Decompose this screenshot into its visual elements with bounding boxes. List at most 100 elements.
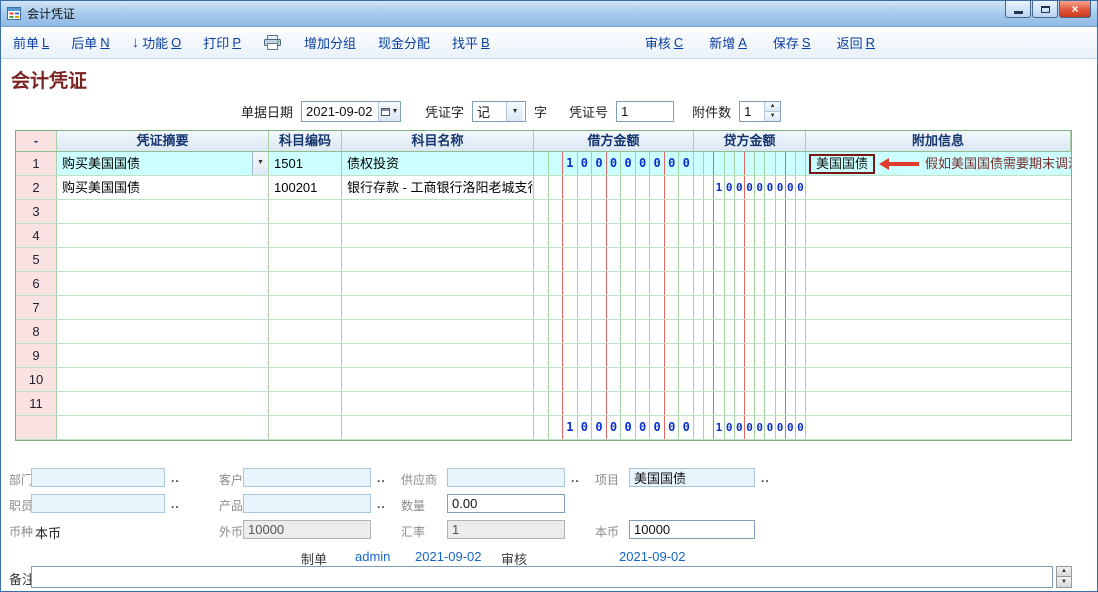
account-name-cell[interactable]: [342, 224, 534, 247]
credit-amount-cell[interactable]: [694, 200, 806, 223]
account-code-cell[interactable]: [269, 272, 342, 295]
debit-amount-cell[interactable]: 100000000: [534, 416, 694, 439]
dept-input[interactable]: [31, 468, 165, 487]
account-code-cell[interactable]: [269, 392, 342, 415]
note-spin-down-icon[interactable]: ▼: [1056, 577, 1072, 588]
extra-info-cell[interactable]: [806, 272, 1071, 295]
debit-amount-cell[interactable]: 100000000: [534, 152, 694, 175]
credit-amount-cell[interactable]: [694, 272, 806, 295]
row-number-cell[interactable]: 5: [16, 248, 57, 271]
account-code-cell[interactable]: 1501: [269, 152, 342, 175]
extra-info-cell[interactable]: [806, 224, 1071, 247]
supplier-input[interactable]: [447, 468, 565, 487]
toolbar-button-next-voucher[interactable]: 后单N: [71, 33, 109, 52]
extra-info-cell[interactable]: [806, 416, 1071, 439]
voucher-row-5[interactable]: 5: [16, 248, 1071, 272]
debit-amount-cell[interactable]: [534, 344, 694, 367]
debit-amount-cell[interactable]: [534, 200, 694, 223]
summary-cell[interactable]: [57, 224, 269, 247]
summary-dropdown-icon[interactable]: ▼: [252, 152, 268, 175]
summary-cell[interactable]: [57, 368, 269, 391]
voucher-word-input[interactable]: [473, 102, 506, 121]
local-amount-input[interactable]: [629, 520, 755, 539]
credit-amount-cell[interactable]: [694, 224, 806, 247]
customer-browse-button[interactable]: ..: [377, 471, 386, 485]
account-name-cell[interactable]: [342, 200, 534, 223]
debit-amount-cell[interactable]: [534, 248, 694, 271]
account-name-cell[interactable]: [342, 296, 534, 319]
note-input[interactable]: [31, 566, 1053, 588]
close-button[interactable]: ×: [1059, 1, 1091, 18]
toolbar-button-prev-voucher[interactable]: 前单L: [13, 33, 49, 52]
voucher-row-9[interactable]: 9: [16, 344, 1071, 368]
account-code-cell[interactable]: [269, 248, 342, 271]
credit-amount-cell[interactable]: [694, 392, 806, 415]
product-browse-button[interactable]: ..: [377, 497, 386, 511]
toolbar-button-balance[interactable]: 找平B: [452, 33, 490, 52]
voucher-total-row[interactable]: 100000000100000000: [16, 416, 1071, 440]
voucher-row-6[interactable]: 6: [16, 272, 1071, 296]
voucher-word-dropdown-icon[interactable]: ▼: [506, 102, 523, 121]
spin-up-icon[interactable]: ▲: [765, 102, 780, 111]
account-code-cell[interactable]: [269, 296, 342, 319]
row-number-cell[interactable]: 10: [16, 368, 57, 391]
extra-info-cell[interactable]: [806, 344, 1071, 367]
row-number-cell[interactable]: [16, 416, 57, 439]
voucher-row-1[interactable]: 1购买美国国债▼1501债权投资100000000美国国债假如美国国债需要期末调…: [16, 152, 1071, 176]
product-input[interactable]: [243, 494, 371, 513]
extra-info-cell[interactable]: [806, 392, 1071, 415]
toolbar-button-add-new[interactable]: 新增A: [709, 33, 747, 52]
account-name-cell[interactable]: [342, 368, 534, 391]
row-number-cell[interactable]: 4: [16, 224, 57, 247]
extra-info-cell[interactable]: [806, 320, 1071, 343]
toolbar-button-audit[interactable]: 审核C: [645, 33, 683, 52]
voucher-row-11[interactable]: 11: [16, 392, 1071, 416]
toolbar-button-print-preview[interactable]: [263, 35, 282, 50]
note-spin-up-icon[interactable]: ▲: [1056, 566, 1072, 577]
debit-amount-cell[interactable]: [534, 368, 694, 391]
account-name-cell[interactable]: 债权投资: [342, 152, 534, 175]
summary-cell[interactable]: [57, 344, 269, 367]
toolbar-button-functions[interactable]: ↓功能O: [132, 33, 182, 52]
attachment-count-input[interactable]: [740, 102, 764, 121]
voucher-row-4[interactable]: 4: [16, 224, 1071, 248]
toolbar-button-cash-allocation[interactable]: 现金分配: [378, 33, 430, 52]
voucher-row-7[interactable]: 7: [16, 296, 1071, 320]
debit-amount-cell[interactable]: [534, 296, 694, 319]
summary-cell[interactable]: [57, 248, 269, 271]
credit-amount-cell[interactable]: [694, 248, 806, 271]
voucher-row-10[interactable]: 10: [16, 368, 1071, 392]
summary-cell[interactable]: [57, 392, 269, 415]
voucher-row-8[interactable]: 8: [16, 320, 1071, 344]
summary-cell[interactable]: [57, 200, 269, 223]
calendar-dropdown-button[interactable]: ▼: [378, 102, 400, 121]
dept-browse-button[interactable]: ..: [171, 471, 180, 485]
credit-amount-cell[interactable]: [694, 296, 806, 319]
credit-amount-cell[interactable]: [694, 344, 806, 367]
summary-cell[interactable]: [57, 272, 269, 295]
spin-down-icon[interactable]: ▼: [765, 111, 780, 121]
account-code-cell[interactable]: [269, 344, 342, 367]
row-number-cell[interactable]: 1: [16, 152, 57, 175]
row-number-cell[interactable]: 3: [16, 200, 57, 223]
debit-amount-cell[interactable]: [534, 392, 694, 415]
toolbar-button-add-group[interactable]: 增加分组: [304, 33, 356, 52]
row-number-cell[interactable]: 7: [16, 296, 57, 319]
maximize-button[interactable]: [1032, 1, 1058, 18]
project-browse-button[interactable]: ..: [761, 471, 770, 485]
summary-cell[interactable]: [57, 416, 269, 439]
summary-cell[interactable]: 购买美国国债▼: [57, 152, 269, 175]
account-name-cell[interactable]: [342, 344, 534, 367]
supplier-browse-button[interactable]: ..: [571, 471, 580, 485]
foreign-amount-input[interactable]: [243, 520, 371, 539]
toolbar-button-save[interactable]: 保存S: [773, 33, 811, 52]
minimize-button[interactable]: [1005, 1, 1031, 18]
credit-amount-cell[interactable]: [694, 368, 806, 391]
row-number-cell[interactable]: 2: [16, 176, 57, 199]
account-code-cell[interactable]: [269, 368, 342, 391]
extra-info-cell[interactable]: [806, 200, 1071, 223]
staff-input[interactable]: [31, 494, 165, 513]
account-code-cell[interactable]: [269, 200, 342, 223]
account-name-cell[interactable]: [342, 392, 534, 415]
voucher-word-select[interactable]: ▼: [472, 101, 526, 122]
